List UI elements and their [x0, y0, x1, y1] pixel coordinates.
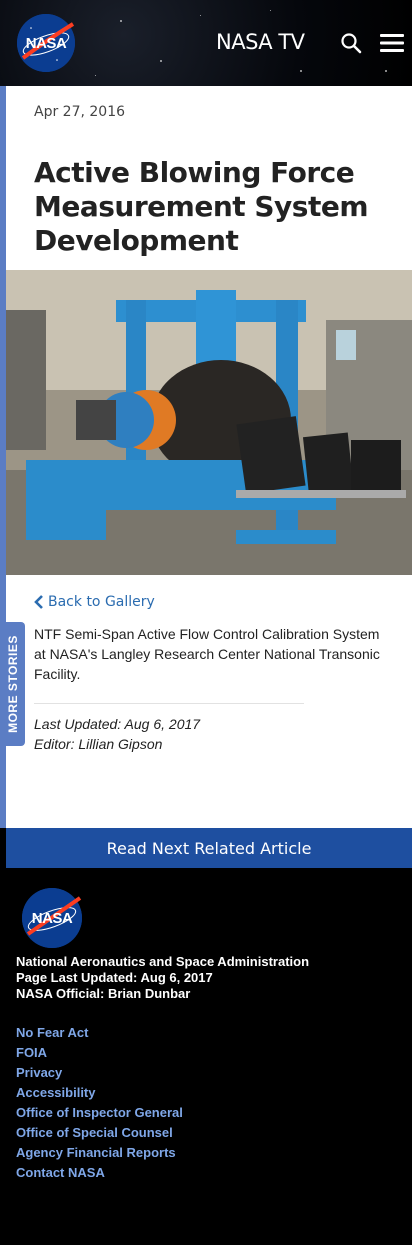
footer-link-contact-nasa[interactable]: Contact NASA: [16, 1165, 105, 1180]
read-next-button[interactable]: Read Next Related Article: [6, 828, 412, 868]
footer-logo-text: NASA: [31, 909, 73, 927]
more-stories-tab[interactable]: MORE STORIES: [0, 622, 25, 746]
page-last-updated: Page Last Updated: Aug 6, 2017: [16, 970, 213, 985]
image-caption: NTF Semi-Span Active Flow Control Calibr…: [34, 626, 380, 682]
site-header: NASA NASA TV: [0, 0, 412, 86]
star-decoration: [200, 15, 201, 16]
star-decoration: [270, 10, 271, 11]
footer-link-accessibility[interactable]: Accessibility: [16, 1085, 96, 1100]
footer-link-no-fear-act[interactable]: No Fear Act: [16, 1025, 88, 1040]
last-updated: Last Updated: Aug 6, 2017: [34, 716, 201, 732]
footer-link-special-counsel[interactable]: Office of Special Counsel: [16, 1125, 173, 1140]
footer-link-financial-reports[interactable]: Agency Financial Reports: [16, 1145, 176, 1160]
divider: [34, 703, 304, 704]
article-date: Apr 27, 2016: [34, 104, 126, 120]
star-decoration: [385, 70, 387, 72]
agency-info: National Aeronautics and Space Administr…: [16, 954, 309, 1002]
agency-name: National Aeronautics and Space Administr…: [16, 954, 310, 969]
footer-link-privacy[interactable]: Privacy: [16, 1065, 62, 1080]
search-icon[interactable]: [340, 32, 362, 54]
footer-link-inspector-general[interactable]: Office of Inspector General: [16, 1105, 183, 1120]
read-next-label: Read Next Related Article: [106, 838, 312, 858]
test-rig-photo: [6, 270, 412, 575]
star-decoration: [300, 70, 302, 72]
star-decoration: [120, 20, 122, 22]
nasa-tv-link[interactable]: NASA TV: [216, 30, 305, 54]
nasa-official: NASA Official: Brian Dunbar: [16, 986, 191, 1001]
back-to-gallery-link[interactable]: Back to Gallery: [34, 594, 155, 610]
logo-text: NASA: [25, 34, 67, 52]
chevron-left-icon: [34, 595, 43, 609]
menu-icon[interactable]: [380, 33, 404, 53]
more-stories-label: MORE STORIES: [5, 635, 20, 733]
article-title: Active Blowing Force Measurement System …: [34, 156, 369, 257]
footer-link-foia[interactable]: FOIA: [16, 1045, 47, 1060]
nasa-logo[interactable]: NASA: [17, 14, 75, 72]
footer-links: No Fear Act FOIA Privacy Accessibility O…: [16, 1025, 183, 1185]
footer-nasa-logo[interactable]: NASA: [22, 888, 82, 948]
star-decoration: [160, 60, 162, 62]
article-image[interactable]: [6, 270, 412, 575]
star-decoration: [95, 75, 96, 76]
back-to-gallery-label: Back to Gallery: [48, 594, 155, 610]
editor-credit: Editor: Lillian Gipson: [34, 736, 163, 752]
